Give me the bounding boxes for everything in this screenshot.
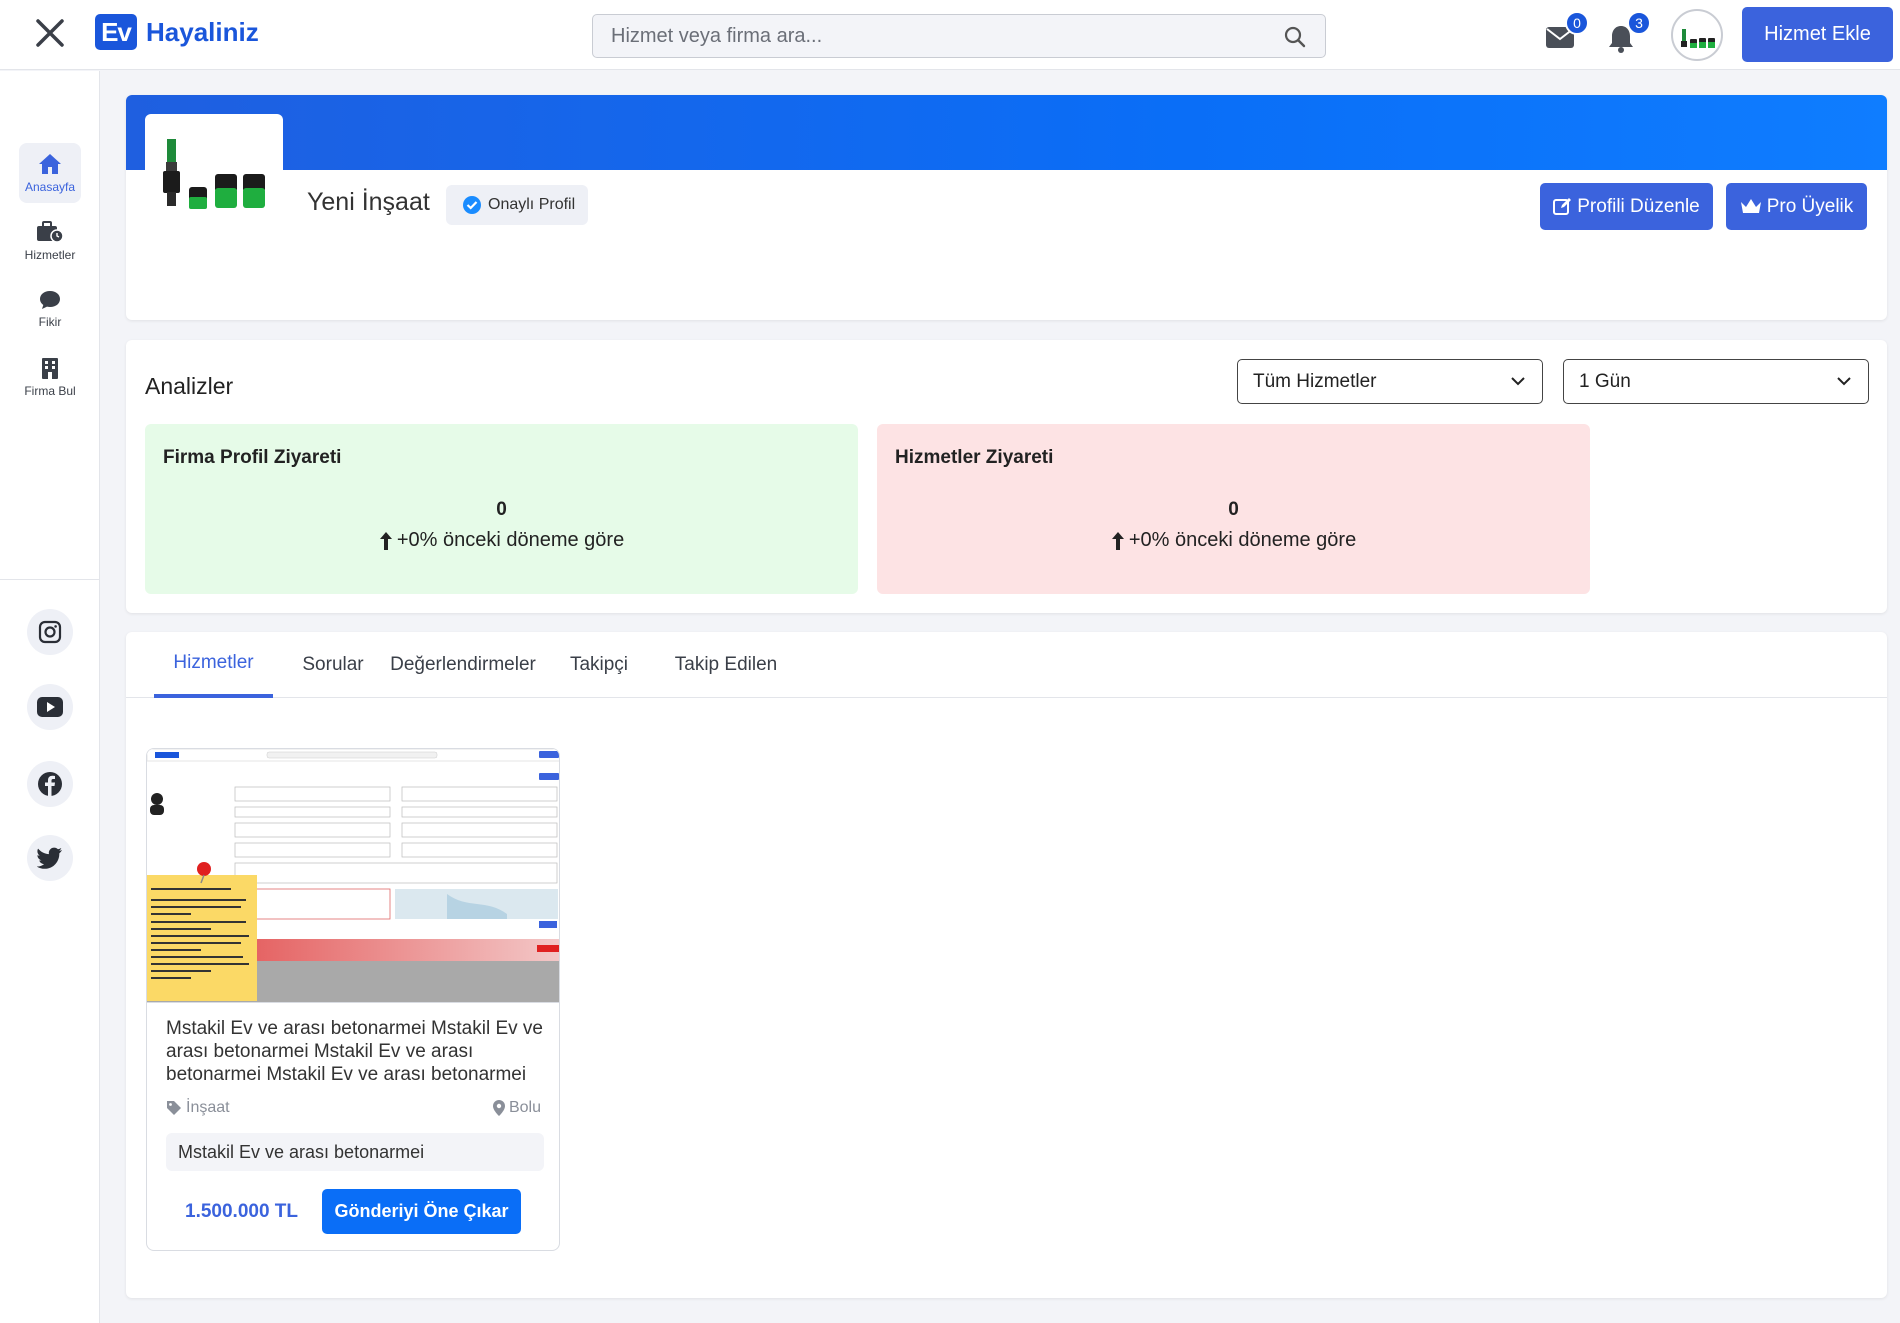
home-icon — [39, 153, 61, 174]
youtube-icon — [37, 697, 63, 717]
service-location: Bolu — [492, 1099, 541, 1117]
top-bar: Ev Hayaliniz 0 3 Hizmet Ekle — [0, 0, 1900, 70]
close-icon[interactable] — [34, 17, 66, 49]
building-icon — [42, 357, 58, 379]
user-avatar[interactable] — [1671, 9, 1723, 61]
messages-button[interactable]: 0 — [1545, 11, 1589, 58]
verified-badge: Onaylı Profil — [446, 185, 589, 225]
service-thumbnail[interactable] — [147, 749, 559, 1003]
service-title[interactable]: Mstakil Ev ve arası betonarmei Mstakil E… — [166, 1017, 544, 1086]
stat-delta-text: +0% önceki döneme göre — [1128, 529, 1357, 551]
service-description: Mstakil Ev ve arası betonarmei — [166, 1133, 544, 1171]
stat-value: 0 — [496, 499, 507, 520]
stat-title: Hizmetler Ziyareti — [895, 447, 1054, 468]
period-filter-value: 1 Gün — [1579, 370, 1631, 392]
tab-services[interactable]: Hizmetler — [154, 632, 273, 698]
tab-questions[interactable]: Sorular — [286, 632, 380, 698]
notifications-badge: 3 — [1627, 11, 1651, 35]
service-price: 1.500.000 TL — [185, 1201, 299, 1222]
service-card[interactable]: Mstakil Ev ve arası betonarmei Mstakil E… — [146, 748, 560, 1251]
logo-badge: Ev — [95, 14, 137, 50]
verified-check-icon — [463, 196, 481, 214]
service-visits-stat: Hizmetler Ziyareti 0 +0% önceki döneme g… — [877, 424, 1590, 594]
arrow-up-icon — [379, 531, 392, 550]
sidebar-item-home[interactable]: Anasayfa — [19, 143, 81, 203]
verified-label: Onaylı Profil — [488, 196, 576, 213]
stat-title: Firma Profil Ziyareti — [163, 447, 342, 468]
profile-visits-stat: Firma Profil Ziyareti 0 +0% önceki dönem… — [145, 424, 858, 594]
stat-value: 0 — [1228, 499, 1239, 520]
facebook-link[interactable] — [27, 761, 73, 807]
edit-profile-button[interactable]: Profili Düzenle — [1540, 183, 1713, 230]
company-name: Yeni İnşaat — [307, 188, 430, 216]
sidebar-item-label: Anasayfa — [24, 179, 76, 194]
stat-delta: +0% önceki döneme göre — [145, 529, 858, 552]
add-service-button[interactable]: Hizmet Ekle — [1742, 7, 1893, 62]
logo[interactable]: Ev Hayaliniz — [95, 14, 259, 50]
profile-header-card: Yeni İnşaat Onaylı Profil Profili Düzenl… — [126, 95, 1887, 320]
notifications-button[interactable]: 3 — [1607, 11, 1651, 58]
promote-post-button[interactable]: Gönderiyi Öne Çıkar — [322, 1189, 521, 1234]
sidebar-item-label: Firma Bul — [24, 383, 76, 398]
arrow-up-icon — [1111, 531, 1124, 550]
edit-profile-label: Profili Düzenle — [1577, 195, 1700, 217]
youtube-link[interactable] — [27, 684, 73, 730]
hose-fittings-image — [163, 139, 265, 209]
instagram-link[interactable] — [27, 609, 73, 655]
chevron-down-icon — [1511, 377, 1525, 386]
category-label: İnşaat — [186, 1099, 230, 1116]
service-screenshot-image — [147, 749, 559, 1002]
edit-icon — [1553, 198, 1572, 215]
company-logo-image[interactable] — [145, 114, 283, 244]
sidebar: Anasayfa Hizmetler Fikir Firma Bul — [0, 71, 100, 1323]
stat-delta: +0% önceki döneme göre — [877, 529, 1590, 552]
pro-membership-button[interactable]: Pro Üyelik — [1726, 183, 1867, 230]
location-label: Bolu — [508, 1099, 541, 1116]
sidebar-item-label: Hizmetler — [24, 247, 76, 262]
pro-membership-label: Pro Üyelik — [1766, 195, 1854, 217]
tab-reviews[interactable]: Değerlendirmeler — [388, 632, 538, 698]
service-filter-value: Tüm Hizmetler — [1253, 370, 1377, 392]
map-pin-icon — [492, 1100, 505, 1116]
instagram-icon — [38, 620, 62, 644]
tab-following[interactable]: Takip Edilen — [656, 632, 796, 698]
search-bar — [592, 14, 1326, 58]
chevron-down-icon — [1837, 377, 1851, 386]
services-card: Hizmetler Sorular Değerlendirmeler Takip… — [126, 632, 1887, 1298]
search-icon[interactable] — [1283, 25, 1307, 49]
logo-text: Hayaliniz — [146, 16, 259, 47]
analytics-title: Analizler — [145, 373, 234, 399]
sidebar-item-services[interactable]: Hizmetler — [19, 211, 81, 271]
messages-badge: 0 — [1565, 11, 1589, 35]
sidebar-item-idea[interactable]: Fikir — [19, 279, 81, 339]
crown-icon — [1740, 199, 1761, 213]
briefcase-clock-icon — [37, 220, 64, 243]
search-input[interactable] — [611, 15, 1251, 57]
twitter-link[interactable] — [27, 835, 73, 881]
service-category: İnşaat — [166, 1099, 230, 1117]
sidebar-divider — [0, 579, 99, 580]
service-filter-select[interactable]: Tüm Hizmetler — [1237, 359, 1543, 404]
tag-icon — [167, 1101, 181, 1115]
analytics-card: Analizler Tüm Hizmetler 1 Gün Firma Prof… — [126, 340, 1887, 613]
twitter-icon — [37, 847, 62, 869]
chat-bubble-icon — [40, 290, 60, 309]
stat-delta-text: +0% önceki döneme göre — [396, 529, 625, 551]
hose-fittings-image — [1681, 29, 1715, 48]
period-filter-select[interactable]: 1 Gün — [1563, 359, 1869, 404]
tab-followers[interactable]: Takipçi — [562, 632, 636, 698]
cover-banner — [126, 95, 1887, 170]
profile-tabs: Hizmetler Sorular Değerlendirmeler Takip… — [126, 632, 1887, 698]
facebook-icon — [38, 772, 62, 796]
sidebar-item-label: Fikir — [38, 314, 62, 329]
sidebar-item-find-company[interactable]: Firma Bul — [19, 347, 81, 407]
